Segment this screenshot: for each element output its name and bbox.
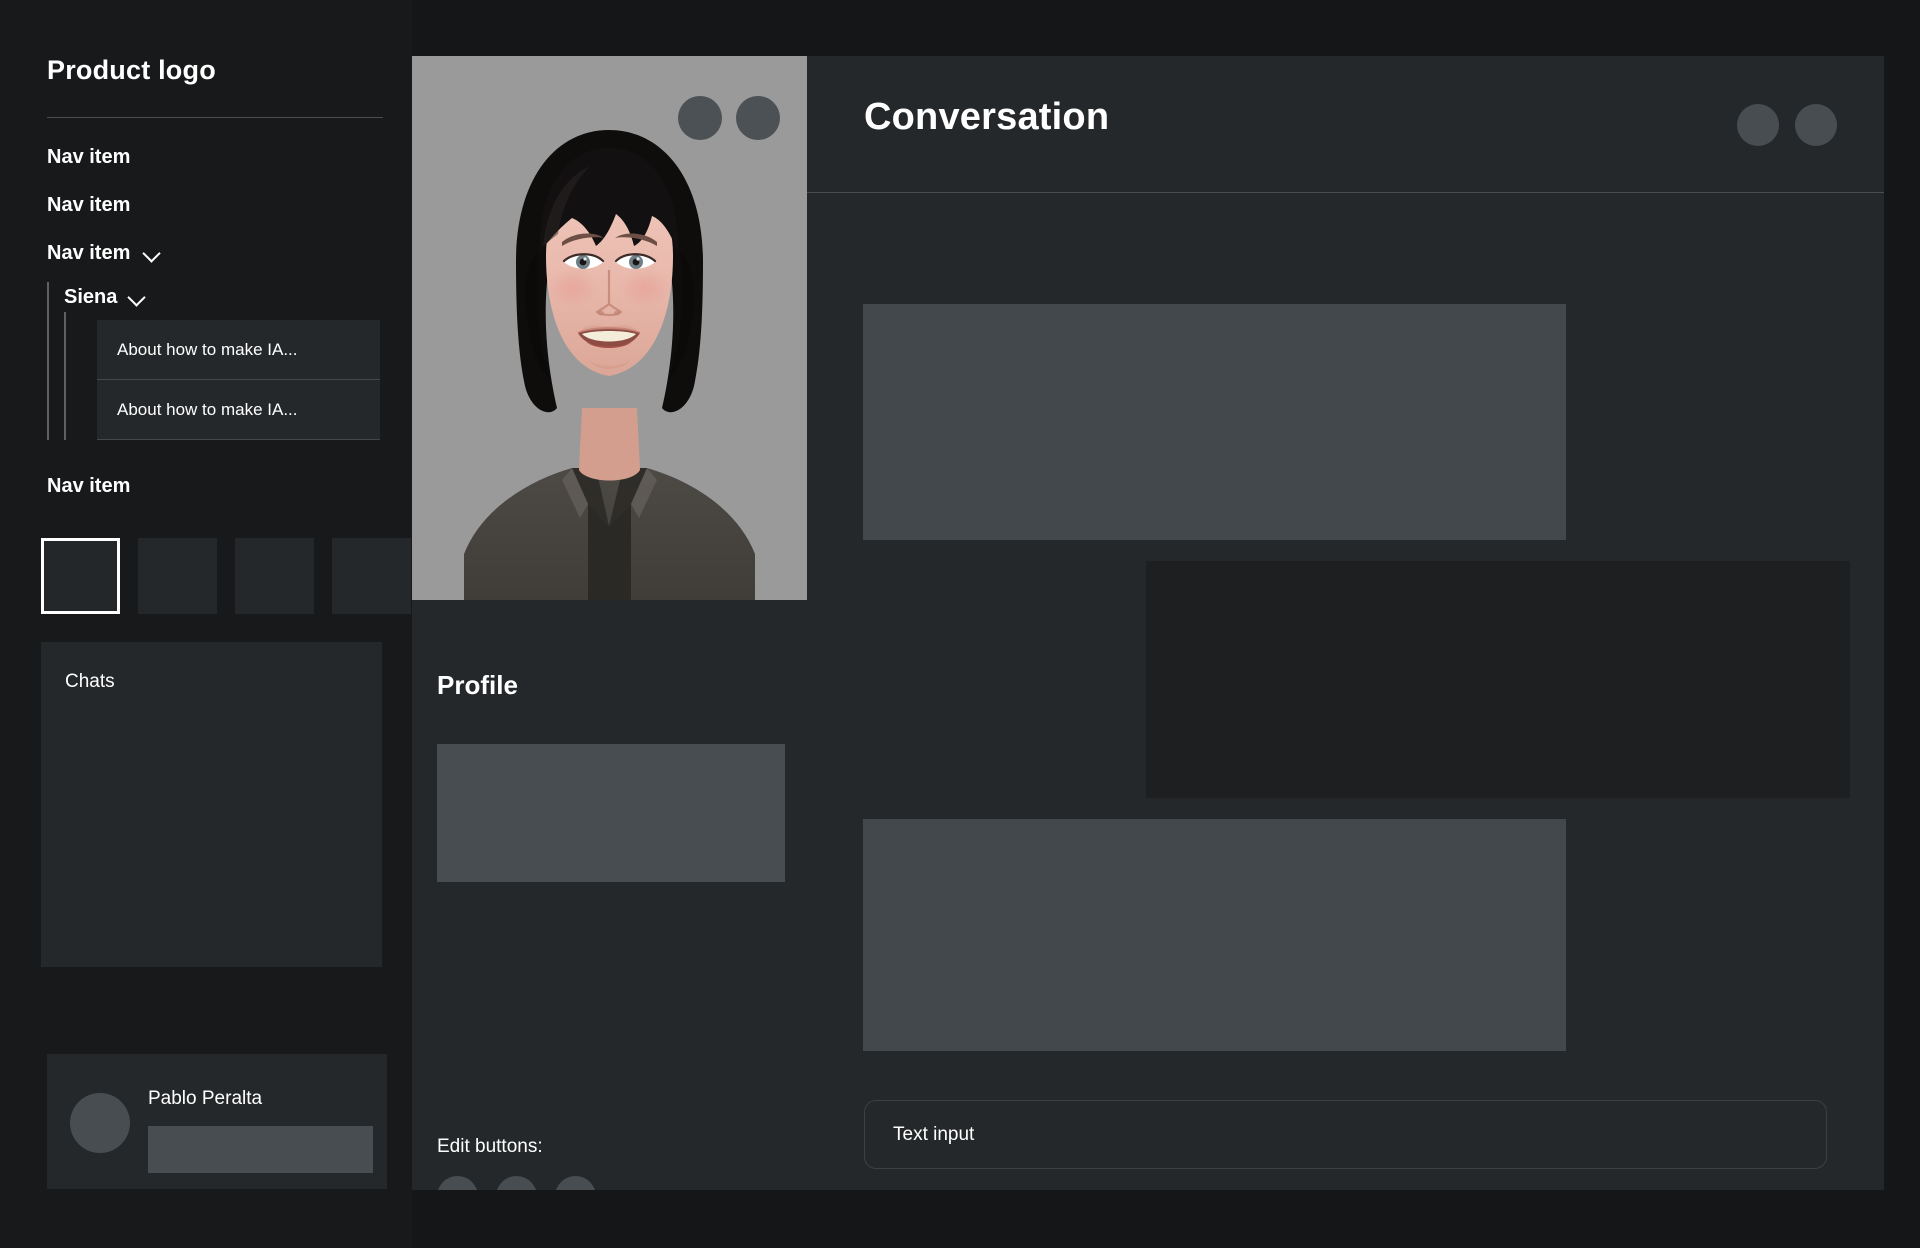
message-input[interactable]: Text input xyxy=(864,1100,1827,1169)
sidebar: Product logo Nav item Nav item Nav item … xyxy=(0,0,412,1248)
conversation-header: Conversation xyxy=(807,56,1884,193)
sidebar-subtree-toggle-siena[interactable]: Siena xyxy=(64,282,147,312)
message-list xyxy=(807,193,1884,1073)
conversation-action-2-icon[interactable] xyxy=(1795,104,1837,146)
product-logo: Product logo xyxy=(47,55,216,85)
edit-buttons-label: Edit buttons: xyxy=(437,1136,543,1157)
chevron-down-icon xyxy=(127,287,147,307)
app-root: Product logo Nav item Nav item Nav item … xyxy=(0,0,1920,1248)
edit-button-1-icon[interactable] xyxy=(437,1176,478,1190)
profile-photo xyxy=(412,56,807,600)
user-card[interactable]: Pablo Peralta xyxy=(47,1054,387,1189)
profile-photo-action-1-icon[interactable] xyxy=(678,96,722,140)
profile-details-placeholder xyxy=(437,744,785,882)
sidebar-item-label: Nav item xyxy=(47,193,131,216)
chat-link-list: About how to make IA... About how to mak… xyxy=(97,320,380,440)
profile-photo-action-2-icon[interactable] xyxy=(736,96,780,140)
conversation-panel: Conversation Text input xyxy=(807,56,1884,1190)
thumbnail-1-selected[interactable] xyxy=(41,538,120,614)
edit-button-2-icon[interactable] xyxy=(496,1176,537,1190)
thumbnail-3[interactable] xyxy=(235,538,314,614)
message-bubble-outgoing xyxy=(1146,561,1850,798)
message-bubble-incoming xyxy=(863,819,1566,1051)
chevron-down-icon xyxy=(142,243,162,263)
conversation-header-actions xyxy=(1737,104,1837,146)
list-item[interactable]: About how to make IA... xyxy=(97,320,380,380)
list-item[interactable]: About how to make IA... xyxy=(97,380,380,440)
sidebar-subtree-label: Siena xyxy=(64,285,118,308)
edit-buttons-group xyxy=(437,1176,596,1190)
page-title: Conversation xyxy=(864,96,1110,138)
thumbnail-row xyxy=(41,538,411,614)
thumbnail-2[interactable] xyxy=(138,538,217,614)
conversation-action-1-icon[interactable] xyxy=(1737,104,1779,146)
sidebar-item-nav-1[interactable]: Nav item xyxy=(47,140,130,174)
thumbnail-4[interactable] xyxy=(332,538,411,614)
sidebar-item-nav-2[interactable]: Nav item xyxy=(47,188,130,222)
edit-button-3-icon[interactable] xyxy=(555,1176,596,1190)
profile-panel: Profile Edit buttons: xyxy=(412,56,807,1190)
profile-photo-actions xyxy=(678,96,780,140)
user-name: Pablo Peralta xyxy=(148,1088,263,1109)
sidebar-item-nav-3[interactable]: Nav item xyxy=(47,236,162,270)
chats-panel-title: Chats xyxy=(65,671,115,692)
sidebar-subtree: Siena About how to make IA... About how … xyxy=(47,282,412,440)
avatar xyxy=(70,1093,130,1153)
sidebar-divider xyxy=(47,117,383,118)
sidebar-nav: Nav item Nav item Nav item Siena About h… xyxy=(0,140,412,440)
sidebar-item-nav-4[interactable]: Nav item xyxy=(47,475,130,498)
chats-panel: Chats xyxy=(41,642,382,967)
sidebar-item-label: Nav item xyxy=(47,145,131,168)
sidebar-subtree-children: About how to make IA... About how to mak… xyxy=(64,312,412,440)
user-meta-placeholder xyxy=(148,1126,373,1173)
sidebar-item-label: Nav item xyxy=(47,241,131,264)
message-bubble-incoming xyxy=(863,304,1566,540)
profile-title: Profile xyxy=(437,670,518,700)
